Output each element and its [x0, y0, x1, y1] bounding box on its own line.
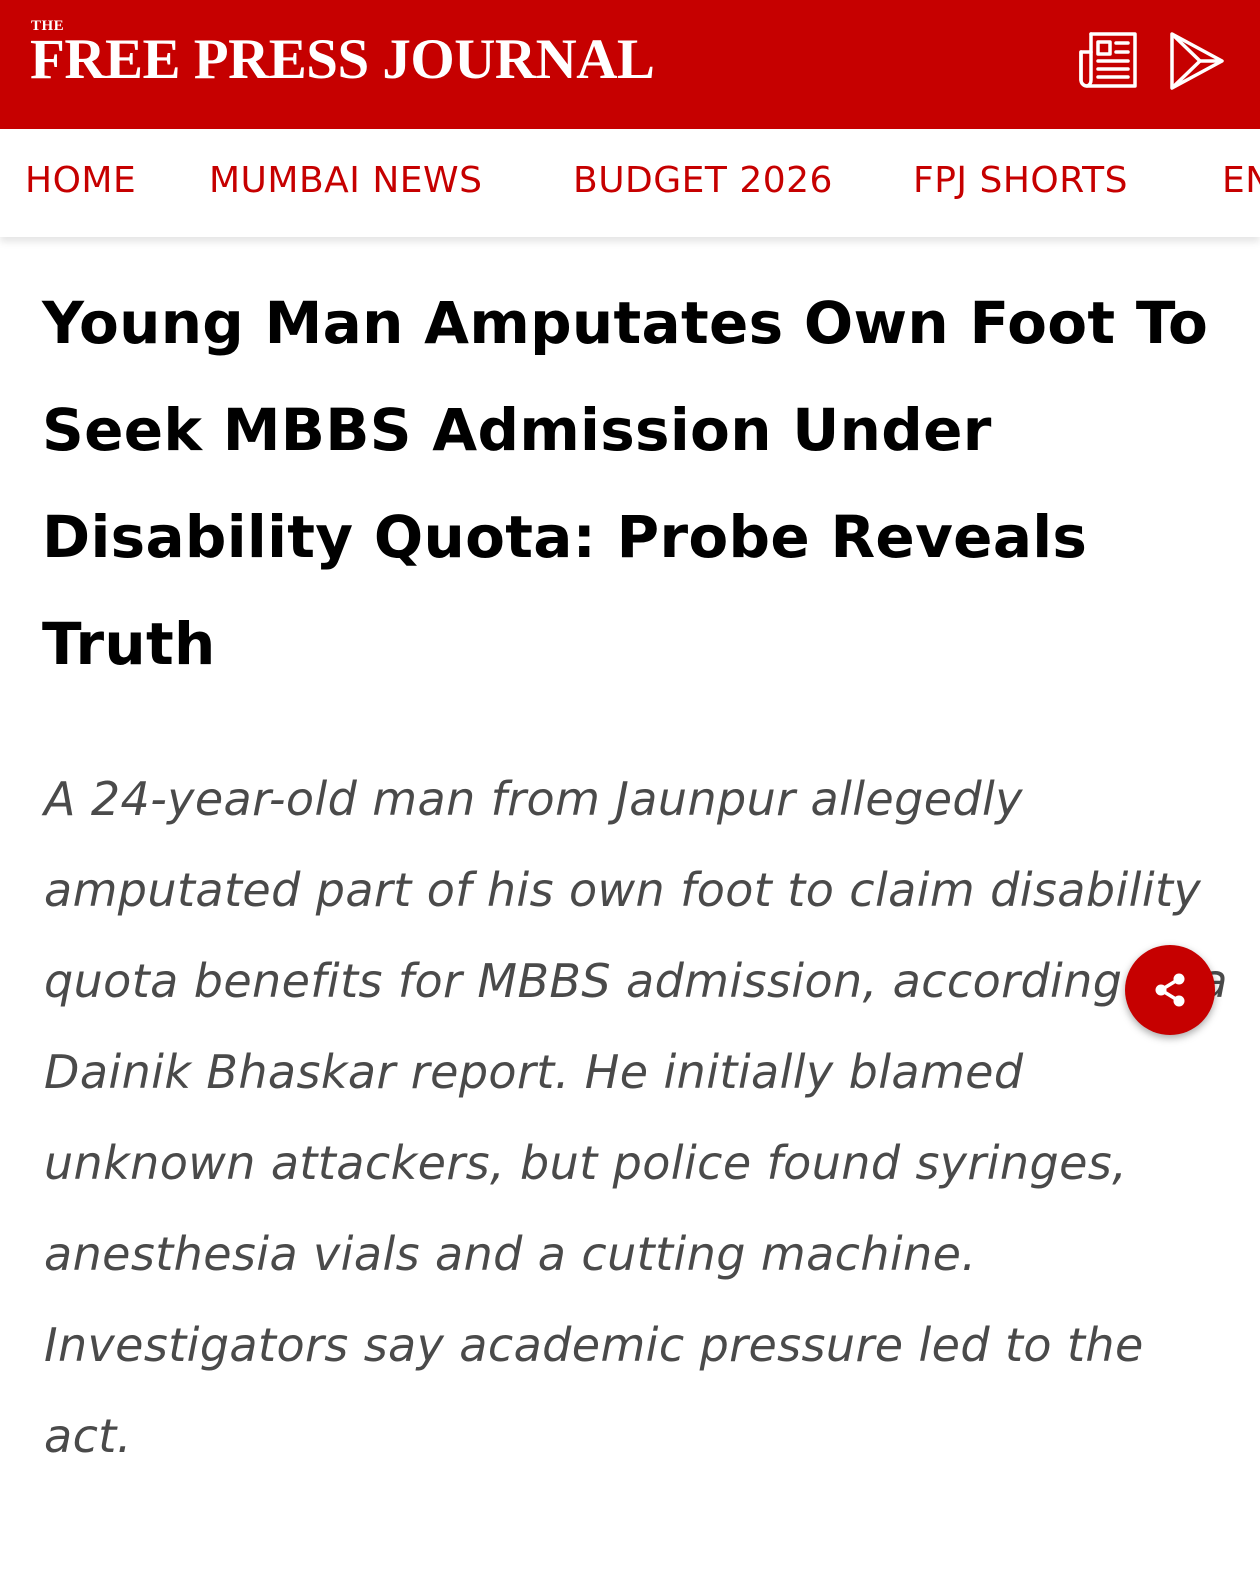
article-summary: A 24-year-old man from Jaunpur allegedly…	[44, 772, 1228, 1463]
google-play-icon[interactable]	[1166, 30, 1228, 92]
nav-item-budget-2026[interactable]: BUDGET 2026	[573, 159, 833, 203]
site-logo[interactable]: THE FREE PRESS JOURNAL	[30, 16, 720, 96]
share-button[interactable]	[1125, 945, 1215, 1035]
newspaper-icon[interactable]	[1078, 30, 1140, 92]
nav-item-home[interactable]: HOME	[25, 159, 136, 203]
article-headline: Young Man Amputates Own Foot To Seek MBB…	[42, 289, 1209, 678]
main-nav: HOME MUMBAI NEWS BUDGET 2026 FPJ SHORTS …	[0, 129, 1260, 237]
logo-main-text: FREE PRESS JOURNAL	[30, 28, 655, 91]
share-icon	[1155, 973, 1185, 1007]
nav-item-fpj-shorts[interactable]: FPJ SHORTS	[913, 159, 1128, 203]
nav-item-en[interactable]: EN	[1222, 159, 1260, 203]
site-header: THE FREE PRESS JOURNAL	[0, 0, 1260, 129]
nav-item-mumbai-news[interactable]: MUMBAI NEWS	[209, 159, 482, 203]
